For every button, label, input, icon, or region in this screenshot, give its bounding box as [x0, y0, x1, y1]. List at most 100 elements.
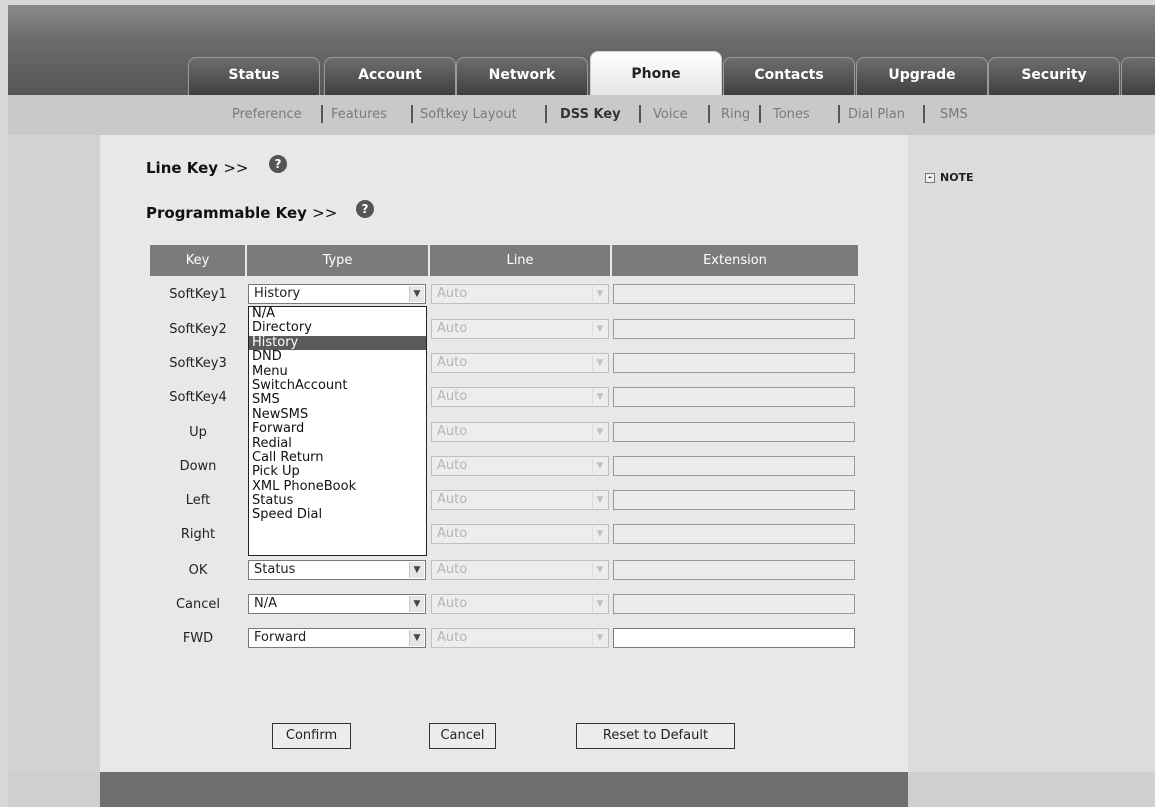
- type-select-value: Status: [254, 562, 296, 577]
- line-select-value: Auto: [437, 389, 468, 404]
- extension-input[interactable]: [613, 628, 855, 648]
- footer: [8, 772, 1155, 807]
- cancel-button[interactable]: Cancel: [429, 723, 496, 749]
- line-select: Auto ▼: [431, 353, 609, 373]
- subnav-divider: [321, 105, 323, 123]
- extension-input: [613, 594, 855, 614]
- chevron-down-icon: ▼: [592, 492, 607, 508]
- type-select-value: Forward: [254, 630, 307, 645]
- chevron-down-icon: ▼: [592, 321, 607, 337]
- extension-input: [613, 422, 855, 442]
- dropdown-option[interactable]: Status: [249, 494, 426, 508]
- line-select: Auto ▼: [431, 387, 609, 407]
- left-margin: [8, 135, 100, 772]
- extension-input: [613, 353, 855, 373]
- column-header-extension: Extension: [612, 245, 858, 276]
- tab-upgrade[interactable]: Upgrade: [856, 57, 988, 95]
- confirm-button[interactable]: Confirm: [272, 723, 351, 749]
- chevron-down-icon: ▼: [592, 562, 607, 578]
- type-select-value: History: [254, 286, 301, 301]
- help-icon[interactable]: ?: [269, 155, 287, 173]
- tab-network[interactable]: Network: [456, 57, 588, 95]
- subnav-divider: [838, 105, 840, 123]
- tab-security[interactable]: Security: [988, 57, 1120, 95]
- line-select-value: Auto: [437, 492, 468, 507]
- type-select[interactable]: History ▼: [248, 284, 426, 304]
- type-select[interactable]: N/A ▼: [248, 594, 426, 614]
- extension-input: [613, 284, 855, 304]
- dropdown-option[interactable]: SMS: [249, 393, 426, 407]
- dropdown-option[interactable]: Menu: [249, 365, 426, 379]
- subnav-dial-plan[interactable]: Dial Plan: [848, 107, 905, 122]
- tab-status[interactable]: Status: [188, 57, 320, 95]
- dropdown-option[interactable]: Forward: [249, 422, 426, 436]
- programmable-key-link[interactable]: Programmable Key >>: [146, 204, 337, 222]
- dropdown-option[interactable]: History: [249, 335, 426, 351]
- line-select: Auto ▼: [431, 490, 609, 510]
- subnav-voice[interactable]: Voice: [653, 107, 688, 122]
- subnav-divider: [759, 105, 761, 123]
- extension-input: [613, 319, 855, 339]
- line-select-value: Auto: [437, 424, 468, 439]
- chevron-down-icon: ▼: [592, 355, 607, 371]
- subnav-divider: [639, 105, 641, 123]
- extension-input: [613, 524, 855, 544]
- line-key-link[interactable]: Line Key >>: [146, 159, 248, 177]
- main-panel: [100, 135, 908, 772]
- column-header-key: Key: [150, 245, 245, 276]
- key-label: SoftKey3: [169, 356, 227, 371]
- reset-to-default-button[interactable]: Reset to Default: [576, 723, 735, 749]
- note-panel: [908, 135, 1155, 772]
- subnav-divider: [708, 105, 710, 123]
- subnav-features[interactable]: Features: [331, 107, 387, 122]
- line-select: Auto ▼: [431, 422, 609, 442]
- dropdown-option[interactable]: Pick Up: [249, 465, 426, 479]
- chevron-down-icon: ▼: [592, 286, 607, 302]
- dropdown-option[interactable]: Speed Dial: [249, 508, 426, 522]
- key-label: FWD: [182, 631, 214, 646]
- help-icon[interactable]: ?: [356, 200, 374, 218]
- type-select[interactable]: Forward ▼: [248, 628, 426, 648]
- dropdown-option[interactable]: DND: [249, 350, 426, 364]
- column-header-line: Line: [430, 245, 610, 276]
- dropdown-option[interactable]: Directory: [249, 321, 426, 335]
- subnav-ring[interactable]: Ring: [721, 107, 750, 122]
- line-select: Auto ▼: [431, 628, 609, 648]
- chevron-down-icon: ▼: [409, 630, 424, 646]
- tab-contacts[interactable]: Contacts: [723, 57, 855, 95]
- dropdown-option[interactable]: N/A: [249, 307, 426, 321]
- key-label: Down: [179, 459, 217, 474]
- column-header-type: Type: [247, 245, 428, 276]
- type-dropdown-list[interactable]: N/A Directory History DND Menu SwitchAccount S…: [248, 306, 427, 556]
- line-select: Auto ▼: [431, 524, 609, 544]
- subnav-divider: [411, 105, 413, 123]
- dropdown-option[interactable]: NewSMS: [249, 408, 426, 422]
- dropdown-option[interactable]: XML PhoneBook: [249, 480, 426, 494]
- key-label: Right: [180, 527, 216, 542]
- subnav-dss-key[interactable]: DSS Key: [560, 107, 621, 122]
- line-select-value: Auto: [437, 321, 468, 336]
- extension-input: [613, 456, 855, 476]
- dropdown-option[interactable]: SwitchAccount: [249, 379, 426, 393]
- dropdown-option[interactable]: Redial: [249, 437, 426, 451]
- note-toggle[interactable]: - NOTE: [925, 171, 974, 184]
- line-select: Auto ▼: [431, 284, 609, 304]
- chevron-down-icon: ▼: [592, 596, 607, 612]
- line-select-value: Auto: [437, 596, 468, 611]
- footer-bar: [100, 772, 908, 807]
- type-select[interactable]: Status ▼: [248, 560, 426, 580]
- line-select-value: Auto: [437, 458, 468, 473]
- subnav-softkey-layout[interactable]: Softkey Layout: [420, 107, 517, 122]
- line-select-value: Auto: [437, 630, 468, 645]
- line-select: Auto ▼: [431, 560, 609, 580]
- tab-account[interactable]: Account: [324, 57, 456, 95]
- subnav-sms[interactable]: SMS: [940, 107, 968, 122]
- tab-phone[interactable]: Phone: [590, 51, 722, 95]
- collapse-box-icon: -: [925, 173, 935, 183]
- type-select-value: N/A: [254, 596, 277, 611]
- subnav-tones[interactable]: Tones: [773, 107, 810, 122]
- line-key-arrows: >>: [223, 159, 249, 177]
- dropdown-option[interactable]: Call Return: [249, 451, 426, 465]
- subnav-preference[interactable]: Preference: [232, 107, 302, 122]
- tab-overflow[interactable]: [1121, 57, 1155, 95]
